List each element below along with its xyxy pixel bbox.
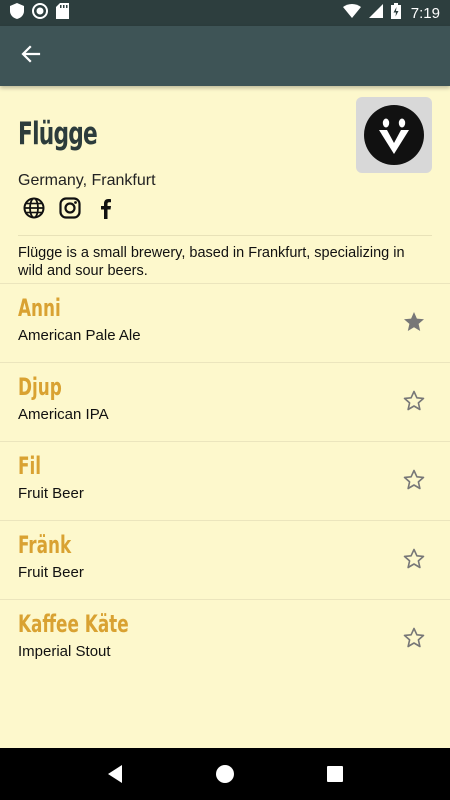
beer-name: Djup (18, 373, 62, 401)
status-bar: 7:19 (0, 0, 450, 26)
back-arrow-icon (21, 44, 41, 69)
brewery-description: Flügge is a small brewery, based in Fran… (18, 245, 405, 279)
beer-style: Fruit Beer (18, 564, 84, 581)
globe-icon[interactable] (22, 196, 46, 220)
back-button[interactable] (16, 41, 46, 71)
beer-style: Imperial Stout (18, 643, 111, 660)
beer-list-item[interactable]: Fränk Fruit Beer (0, 521, 450, 600)
brewery-name: Flügge (18, 116, 98, 152)
shield-icon (10, 2, 24, 24)
nav-home-icon[interactable] (210, 759, 240, 789)
signal-icon (368, 3, 383, 23)
nav-back-icon[interactable] (100, 759, 130, 789)
record-icon (32, 2, 48, 24)
brewery-logo (356, 97, 432, 173)
beer-name: Fränk (18, 531, 72, 559)
status-time: 7:19 (410, 4, 440, 22)
brewery-header: Flügge Germany, Frankfurt (0, 86, 450, 235)
beer-style: Fruit Beer (18, 485, 84, 502)
beer-style: American Pale Ale (18, 327, 141, 344)
wifi-icon (342, 3, 361, 23)
social-links (22, 196, 118, 220)
brewery-location: Germany, Frankfurt (18, 172, 156, 189)
instagram-icon[interactable] (58, 196, 82, 220)
beer-list: Anni American Pale Ale Djup American IPA… (0, 284, 450, 679)
beer-name: Kaffee Käte (18, 610, 129, 638)
sd-card-icon (56, 2, 69, 24)
system-nav-bar (0, 748, 450, 800)
app-bar (0, 26, 450, 86)
star-icon[interactable] (402, 547, 426, 571)
star-icon[interactable] (402, 468, 426, 492)
star-icon[interactable] (402, 626, 426, 650)
star-icon[interactable] (402, 310, 426, 334)
beer-list-item[interactable]: Kaffee Käte Imperial Stout (0, 600, 450, 679)
beer-list-item[interactable]: Fil Fruit Beer (0, 442, 450, 521)
beer-name: Anni (18, 294, 61, 322)
battery-icon (390, 2, 401, 24)
nav-recents-icon[interactable] (320, 759, 350, 789)
beer-list-item[interactable]: Djup American IPA (0, 363, 450, 442)
facebook-icon[interactable] (94, 196, 118, 220)
beer-list-item[interactable]: Anni American Pale Ale (0, 284, 450, 363)
brewery-detail: Flügge Germany, Frankfurt Flügge is a sm… (0, 86, 450, 748)
beer-name: Fil (18, 452, 42, 480)
beer-style: American IPA (18, 406, 109, 423)
star-icon[interactable] (402, 389, 426, 413)
